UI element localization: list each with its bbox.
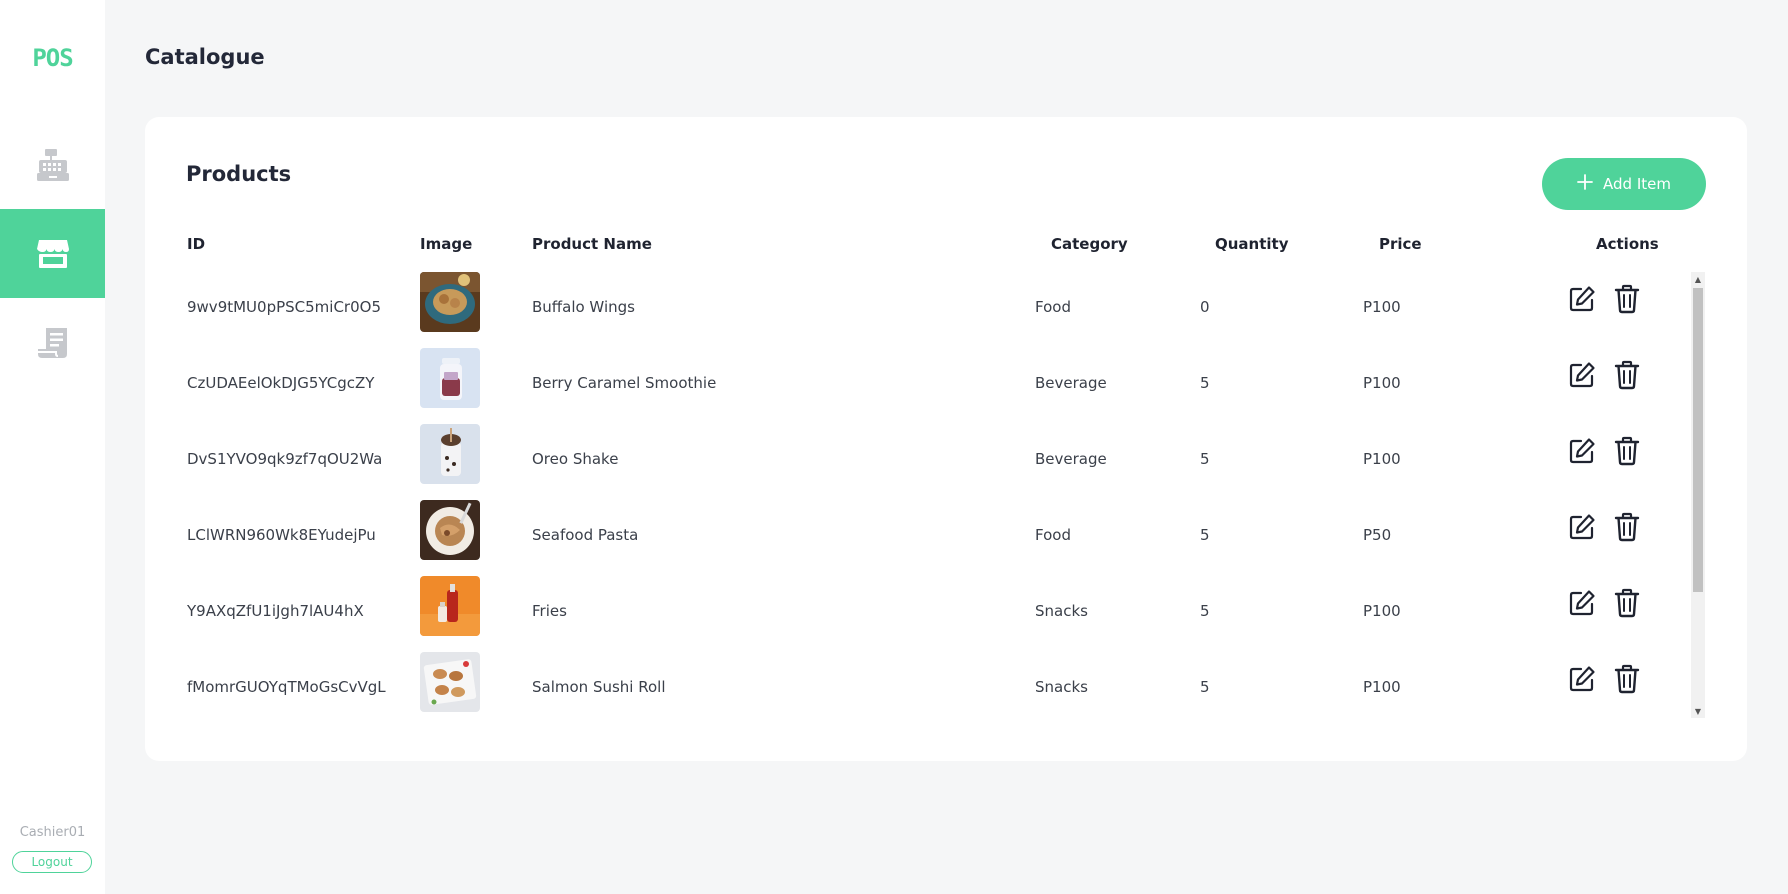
product-price: P50 [1363,526,1392,544]
table-row[interactable]: Y9AXqZfU1iJgh7lAU4hX Fries Snacks 5 P100 [145,576,1705,652]
product-category: Food [1035,526,1071,544]
trash-icon[interactable] [1611,358,1643,392]
product-name: Berry Caramel Smoothie [532,374,717,392]
column-header-quantity[interactable]: Quantity [1215,235,1289,253]
product-name: Salmon Sushi Roll [532,678,666,696]
store-icon [36,239,70,269]
sidebar: POS Cashier01 Logout [0,0,105,894]
product-price: P100 [1363,602,1401,620]
column-header-category[interactable]: Category [1051,235,1128,253]
column-header-price[interactable]: Price [1379,235,1422,253]
edit-icon[interactable] [1566,434,1598,468]
product-image [420,272,480,332]
table-row[interactable]: 9wv9tMU0pPSC5miCr0O5 Buffalo Wings Food … [145,272,1705,348]
trash-icon[interactable] [1611,586,1643,620]
column-header-image[interactable]: Image [420,235,472,253]
scroll-down-arrow-icon[interactable]: ▼ [1691,704,1705,718]
current-user: Cashier01 [19,825,86,840]
product-category: Food [1035,298,1071,316]
edit-icon[interactable] [1566,586,1598,620]
product-image [420,652,480,712]
page-title: Catalogue [145,45,265,69]
nav-item-receipts[interactable] [0,298,105,387]
products-title: Products [186,162,292,186]
edit-icon[interactable] [1566,358,1598,392]
table-scrollbar[interactable]: ▲ ▼ [1691,272,1705,718]
table-row[interactable]: DvS1YVO9qk9zf7qOU2Wa Oreo Shake Beverage… [145,424,1705,500]
product-image [420,576,480,636]
trash-icon[interactable] [1611,282,1643,316]
product-id: DvS1YVO9qk9zf7qOU2Wa [187,450,383,468]
product-id: CzUDAEelOkDJG5YCgcZY [187,374,375,392]
edit-icon[interactable] [1566,282,1598,316]
product-price: P100 [1363,450,1401,468]
product-quantity: 5 [1200,678,1210,696]
product-name: Fries [532,602,567,620]
product-quantity: 5 [1200,374,1210,392]
plus-icon [1577,173,1593,195]
product-category: Snacks [1035,678,1088,696]
product-id: fMomrGUOYqTMoGsCvVgL [187,678,386,696]
trash-icon[interactable] [1611,662,1643,696]
product-price: P100 [1363,678,1401,696]
nav-item-register[interactable] [0,120,105,209]
table-row[interactable]: LClWRN960Wk8EYudejPu Seafood Pasta Food … [145,500,1705,576]
cash-register-icon [36,148,70,182]
product-image [420,500,480,560]
edit-icon[interactable] [1566,510,1598,544]
nav-item-catalogue[interactable] [0,209,105,298]
product-category: Beverage [1035,450,1107,468]
trash-icon[interactable] [1611,510,1643,544]
product-quantity: 5 [1200,450,1210,468]
products-card: Products Add Item ID Image Product Name … [145,117,1747,761]
table-row[interactable]: CzUDAEelOkDJG5YCgcZY Berry Caramel Smoot… [145,348,1705,424]
product-name: Buffalo Wings [532,298,635,316]
product-price: P100 [1363,374,1401,392]
scroll-up-arrow-icon[interactable]: ▲ [1691,272,1705,286]
column-header-id[interactable]: ID [187,235,205,253]
column-header-actions: Actions [1596,235,1659,253]
product-price: P100 [1363,298,1401,316]
product-id: 9wv9tMU0pPSC5miCr0O5 [187,298,381,316]
logout-button[interactable]: Logout [12,851,92,873]
product-quantity: 5 [1200,602,1210,620]
product-image [420,424,480,484]
column-header-product-name[interactable]: Product Name [532,235,652,253]
edit-icon[interactable] [1566,662,1598,696]
add-item-button[interactable]: Add Item [1542,158,1706,210]
products-table-body: 9wv9tMU0pPSC5miCr0O5 Buffalo Wings Food … [145,272,1747,731]
product-quantity: 0 [1200,298,1210,316]
product-category: Snacks [1035,602,1088,620]
receipt-icon [36,326,70,360]
product-quantity: 5 [1200,526,1210,544]
product-image [420,348,480,408]
trash-icon[interactable] [1611,434,1643,468]
product-id: LClWRN960Wk8EYudejPu [187,526,376,544]
product-category: Beverage [1035,374,1107,392]
product-name: Seafood Pasta [532,526,639,544]
app-logo: POS [32,44,73,72]
add-item-label: Add Item [1603,175,1671,193]
product-id: Y9AXqZfU1iJgh7lAU4hX [187,602,364,620]
scrollbar-thumb[interactable] [1693,288,1703,592]
product-name: Oreo Shake [532,450,619,468]
table-row[interactable]: fMomrGUOYqTMoGsCvVgL Salmon Sushi Roll S… [145,652,1705,728]
